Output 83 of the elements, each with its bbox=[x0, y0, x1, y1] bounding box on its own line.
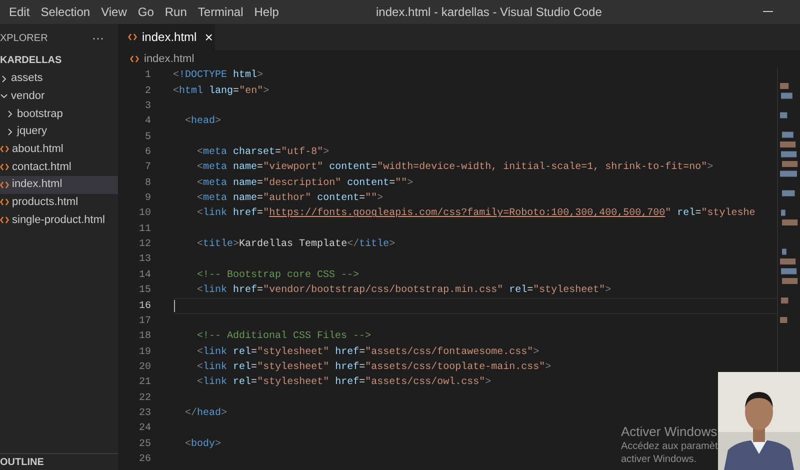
code-brackets-icon bbox=[0, 198, 9, 206]
outline-header[interactable]: OUTLINE bbox=[0, 453, 118, 470]
close-button[interactable]: × bbox=[204, 26, 213, 48]
folder-item[interactable]: bootstrap bbox=[0, 105, 118, 123]
line-number: 1 bbox=[144, 69, 151, 84]
menu-item[interactable]: Edit bbox=[4, 3, 35, 21]
chevron-right-icon bbox=[0, 74, 8, 83]
line-number: 25 bbox=[138, 438, 151, 452]
line-number: 9 bbox=[144, 192, 151, 206]
line-number: 5 bbox=[144, 130, 151, 145]
code-brackets-icon bbox=[0, 162, 9, 171]
code-line: <meta name="author" content=""> bbox=[196, 192, 384, 206]
line-number: 20 bbox=[138, 361, 151, 375]
chevron-right-icon bbox=[6, 110, 14, 118]
code-line: <body> bbox=[184, 438, 222, 452]
chevron-right-icon bbox=[6, 128, 14, 136]
code-brackets-icon bbox=[0, 180, 9, 189]
breadcrumb[interactable]: index.html bbox=[144, 50, 194, 68]
file-item[interactable]: contact.html bbox=[0, 158, 118, 176]
explorer-title: XPLORER bbox=[0, 32, 48, 46]
menu-item[interactable]: Run bbox=[160, 3, 192, 21]
folder-header[interactable]: KARDELLAS bbox=[0, 52, 118, 70]
line-number: 21 bbox=[138, 376, 151, 390]
menu-item[interactable]: Terminal bbox=[192, 3, 248, 21]
line-number: 23 bbox=[138, 407, 151, 422]
folder-item[interactable]: vendor bbox=[0, 87, 118, 106]
code-line: <link href="https://fonts.googleapis.com/css?family=Roboto:100,300,400,500,700" rel="styleshe bbox=[196, 206, 756, 222]
code-brackets-icon bbox=[128, 33, 137, 41]
menu-item[interactable]: Selection bbox=[36, 3, 96, 21]
file-item[interactable]: index.html bbox=[0, 176, 118, 194]
file-item[interactable]: about.html bbox=[0, 140, 118, 158]
line-number: 11 bbox=[138, 222, 151, 237]
line-number: 4 bbox=[144, 115, 151, 130]
line-number: 22 bbox=[138, 392, 151, 406]
menu-item[interactable]: Help bbox=[249, 3, 284, 21]
line-number: 12 bbox=[138, 238, 151, 252]
line-number: 26 bbox=[138, 453, 151, 468]
line-number: 8 bbox=[144, 176, 151, 191]
code-line: <!-- Bootstrap core CSS --> bbox=[196, 268, 360, 283]
code-line: <!-- Additional CSS Files --> bbox=[196, 330, 372, 344]
code-line: <meta name="viewport" content="width=device-width, initial-scale=1, shrink-to-fit=no"> bbox=[196, 160, 714, 176]
menu-item[interactable]: View bbox=[96, 3, 132, 21]
folder-item[interactable]: assets bbox=[0, 70, 118, 88]
line-number: 7 bbox=[144, 161, 151, 176]
folder-item[interactable]: jquery bbox=[0, 122, 118, 140]
minimize-icon[interactable] bbox=[763, 11, 773, 13]
line-number: 2 bbox=[144, 84, 151, 99]
line-number: 6 bbox=[144, 146, 151, 160]
code-line: <link rel="stylesheet" href="assets/css/tooplate-main.css"> bbox=[196, 360, 552, 375]
line-number: 13 bbox=[138, 253, 151, 268]
line-number: 10 bbox=[138, 207, 151, 222]
code-line: <!DOCTYPE html> bbox=[173, 68, 264, 84]
code-line: <meta name="description" content=""> bbox=[196, 176, 414, 191]
menu-item[interactable]: Go bbox=[132, 3, 159, 21]
line-number: 18 bbox=[138, 330, 151, 344]
line-number: 14 bbox=[138, 268, 151, 283]
code-line: </head> bbox=[184, 406, 228, 422]
line-number: 17 bbox=[138, 314, 151, 329]
code-line: <link rel="stylesheet" href="assets/css/fontawesome.css"> bbox=[196, 346, 540, 360]
line-number: 24 bbox=[138, 422, 151, 436]
code-line: <head> bbox=[184, 114, 222, 130]
editor-tab[interactable]: index.html × bbox=[118, 24, 215, 50]
code-brackets-icon bbox=[0, 216, 9, 224]
activation-text: activer Windows. bbox=[621, 453, 698, 466]
code-line: <html lang="en"> bbox=[173, 84, 270, 99]
line-number: 19 bbox=[138, 346, 151, 360]
code-brackets-icon bbox=[0, 145, 9, 154]
activation-title: Activer Windows bbox=[621, 424, 718, 440]
code-brackets-icon bbox=[130, 55, 139, 63]
file-item[interactable]: single-product.html bbox=[0, 211, 118, 229]
code-line: <meta charset="utf-8"> bbox=[196, 146, 330, 160]
line-number: 15 bbox=[138, 284, 151, 298]
text-cursor bbox=[174, 300, 175, 312]
chevron-down-icon bbox=[0, 92, 8, 100]
code-line: <link rel="stylesheet" href="assets/css/owl.css"> bbox=[196, 376, 492, 390]
code-line: <title>Kardellas Template</title> bbox=[196, 238, 396, 252]
code-line: <link href="vendor/bootstrap/css/bootstrap.min.css" rel="stylesheet"> bbox=[196, 284, 612, 298]
line-number: 16 bbox=[138, 300, 151, 314]
window-title: index.html - kardellas - Visual Studio Code bbox=[376, 4, 602, 21]
more-actions-button[interactable]: ··· bbox=[92, 29, 104, 47]
file-item[interactable]: products.html bbox=[0, 194, 118, 212]
activation-text: Accédez aux paramèt bbox=[621, 440, 718, 453]
line-number: 3 bbox=[144, 100, 151, 114]
